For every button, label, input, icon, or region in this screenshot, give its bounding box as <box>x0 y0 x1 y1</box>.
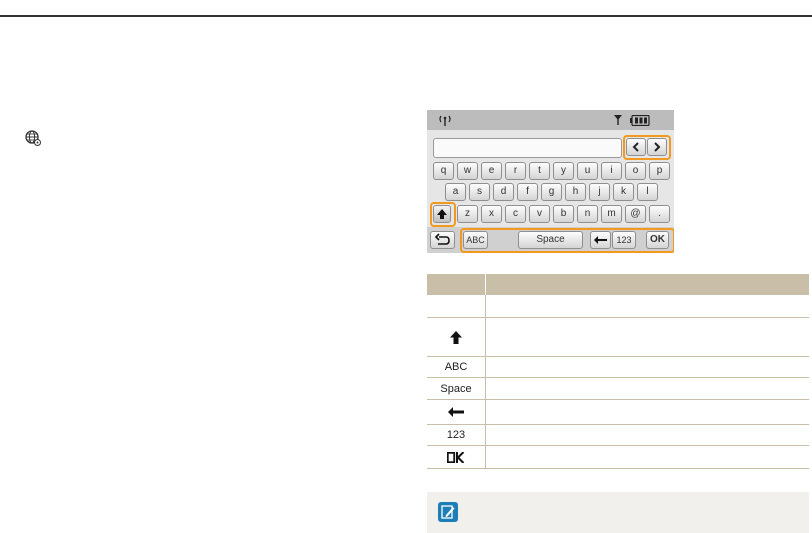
key-j[interactable]: j <box>589 183 610 201</box>
keyboard-bottom-bar: ABC Space 123 OK <box>427 227 674 253</box>
table-row: ABC <box>427 357 809 378</box>
table-row: 123 <box>427 425 809 446</box>
key-v[interactable]: v <box>529 205 550 223</box>
abc-label: ABC <box>444 361 468 373</box>
key-m[interactable]: m <box>601 205 622 223</box>
table-row: Space <box>427 378 809 400</box>
wireless-icon <box>439 115 451 126</box>
table-row <box>427 318 809 357</box>
battery-icon <box>630 115 650 126</box>
note-box <box>427 492 809 533</box>
key-g[interactable]: g <box>541 183 562 201</box>
ok-button[interactable]: OK <box>646 231 669 249</box>
key-x[interactable]: x <box>481 205 502 223</box>
chevron-right-icon <box>654 142 661 152</box>
text-input-field[interactable] <box>433 138 622 158</box>
shift-arrow-icon <box>427 318 485 356</box>
table-row <box>427 446 809 469</box>
key-period[interactable]: . <box>649 205 670 223</box>
key-o[interactable]: o <box>625 162 646 180</box>
shift-key[interactable] <box>433 205 451 223</box>
key-q[interactable]: q <box>433 162 454 180</box>
chevron-left-icon <box>632 142 639 152</box>
key-e[interactable]: e <box>481 162 502 180</box>
antenna-signal-icon <box>614 115 622 125</box>
camera-keyboard-screen: q w e r t y u i o p a s d f g h j k l z … <box>427 110 674 253</box>
key-a[interactable]: a <box>445 183 466 201</box>
key-s[interactable]: s <box>469 183 490 201</box>
key-d[interactable]: d <box>493 183 514 201</box>
table-row-icon <box>427 295 485 317</box>
key-y[interactable]: y <box>553 162 574 180</box>
key-z[interactable]: z <box>457 205 478 223</box>
globe-settings-icon <box>25 130 41 146</box>
key-n[interactable]: n <box>577 205 598 223</box>
table-row <box>427 295 809 318</box>
key-w[interactable]: w <box>457 162 478 180</box>
backspace-arrow-icon <box>427 400 485 424</box>
key-b[interactable]: b <box>553 205 574 223</box>
key-u[interactable]: u <box>577 162 598 180</box>
key-k[interactable]: k <box>613 183 634 201</box>
key-i[interactable]: i <box>601 162 622 180</box>
table-row <box>427 400 809 425</box>
number-mode-button[interactable]: 123 <box>612 231 636 249</box>
status-bar <box>427 110 674 130</box>
key-l[interactable]: l <box>637 183 658 201</box>
back-button[interactable] <box>430 231 455 249</box>
note-icon <box>438 502 458 522</box>
key-c[interactable]: c <box>505 205 526 223</box>
key-p[interactable]: p <box>649 162 670 180</box>
cursor-left-button[interactable] <box>626 138 646 156</box>
key-r[interactable]: r <box>505 162 526 180</box>
keyboard-area: q w e r t y u i o p a s d f g h j k l z … <box>427 130 674 253</box>
cursor-right-button[interactable] <box>647 138 667 156</box>
key-f[interactable]: f <box>517 183 538 201</box>
space-label: Space <box>440 382 472 395</box>
123-label: 123 <box>446 429 466 441</box>
backspace-button[interactable] <box>590 231 611 249</box>
table-header <box>427 274 809 295</box>
backspace-arrow-icon <box>594 236 607 244</box>
shift-arrow-icon <box>437 209 447 219</box>
key-t[interactable]: t <box>529 162 550 180</box>
space-button[interactable]: Space <box>518 231 583 249</box>
top-rule <box>0 15 812 17</box>
key-h[interactable]: h <box>565 183 586 201</box>
key-at[interactable]: @ <box>625 205 646 223</box>
return-arrow-icon <box>434 233 450 245</box>
abc-mode-button[interactable]: ABC <box>463 231 488 249</box>
ok-icon <box>427 446 485 468</box>
